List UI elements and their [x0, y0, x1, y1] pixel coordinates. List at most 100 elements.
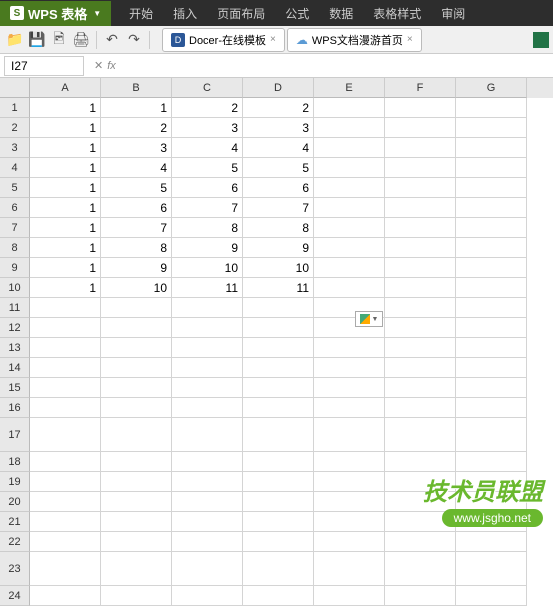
cell-G4[interactable]: [456, 158, 527, 178]
cell-F3[interactable]: [385, 138, 456, 158]
cell-D11[interactable]: [243, 298, 314, 318]
cell-B14[interactable]: [101, 358, 172, 378]
cell-B12[interactable]: [101, 318, 172, 338]
cell-C19[interactable]: [172, 472, 243, 492]
print-preview-icon[interactable]: 🖻: [50, 31, 68, 49]
cell-A10[interactable]: 1: [30, 278, 101, 298]
cell-G10[interactable]: [456, 278, 527, 298]
col-header-A[interactable]: A: [30, 78, 101, 98]
redo-icon[interactable]: ↷: [125, 31, 143, 49]
cell-E17[interactable]: [314, 418, 385, 452]
name-box[interactable]: [4, 56, 84, 76]
cell-A9[interactable]: 1: [30, 258, 101, 278]
cell-B24[interactable]: [101, 586, 172, 606]
cell-F8[interactable]: [385, 238, 456, 258]
cell-C14[interactable]: [172, 358, 243, 378]
cell-A21[interactable]: [30, 512, 101, 532]
row-header-5[interactable]: 5: [0, 178, 30, 198]
cell-F5[interactable]: [385, 178, 456, 198]
cell-D22[interactable]: [243, 532, 314, 552]
cell-A23[interactable]: [30, 552, 101, 586]
cell-G1[interactable]: [456, 98, 527, 118]
cell-E19[interactable]: [314, 472, 385, 492]
cell-C5[interactable]: 6: [172, 178, 243, 198]
cell-E2[interactable]: [314, 118, 385, 138]
cell-A14[interactable]: [30, 358, 101, 378]
row-header-15[interactable]: 15: [0, 378, 30, 398]
cell-B19[interactable]: [101, 472, 172, 492]
cell-B15[interactable]: [101, 378, 172, 398]
cell-E22[interactable]: [314, 532, 385, 552]
cell-D15[interactable]: [243, 378, 314, 398]
cell-C3[interactable]: 4: [172, 138, 243, 158]
cell-E9[interactable]: [314, 258, 385, 278]
cell-D4[interactable]: 5: [243, 158, 314, 178]
cancel-icon[interactable]: ✕: [94, 59, 103, 72]
cell-A8[interactable]: 1: [30, 238, 101, 258]
cell-A6[interactable]: 1: [30, 198, 101, 218]
cell-A15[interactable]: [30, 378, 101, 398]
row-header-1[interactable]: 1: [0, 98, 30, 118]
cell-C9[interactable]: 10: [172, 258, 243, 278]
cell-D21[interactable]: [243, 512, 314, 532]
cell-F16[interactable]: [385, 398, 456, 418]
cell-G7[interactable]: [456, 218, 527, 238]
cell-B11[interactable]: [101, 298, 172, 318]
cell-D10[interactable]: 11: [243, 278, 314, 298]
cell-G18[interactable]: [456, 452, 527, 472]
cell-F1[interactable]: [385, 98, 456, 118]
cell-B16[interactable]: [101, 398, 172, 418]
cell-B8[interactable]: 8: [101, 238, 172, 258]
menu-2[interactable]: 页面布局: [207, 1, 275, 26]
cell-A22[interactable]: [30, 532, 101, 552]
col-header-G[interactable]: G: [456, 78, 527, 98]
cell-A3[interactable]: 1: [30, 138, 101, 158]
cell-G23[interactable]: [456, 552, 527, 586]
cell-E23[interactable]: [314, 552, 385, 586]
col-header-D[interactable]: D: [243, 78, 314, 98]
cell-B7[interactable]: 7: [101, 218, 172, 238]
app-logo[interactable]: S WPS 表格 ▼: [0, 1, 111, 26]
cell-G9[interactable]: [456, 258, 527, 278]
cell-A2[interactable]: 1: [30, 118, 101, 138]
cell-B21[interactable]: [101, 512, 172, 532]
cell-C2[interactable]: 3: [172, 118, 243, 138]
doc-tab-0[interactable]: DDocer-在线模板×: [162, 28, 285, 52]
cell-B13[interactable]: [101, 338, 172, 358]
cell-D14[interactable]: [243, 358, 314, 378]
cell-C21[interactable]: [172, 512, 243, 532]
cell-E16[interactable]: [314, 398, 385, 418]
row-header-4[interactable]: 4: [0, 158, 30, 178]
cell-D2[interactable]: 3: [243, 118, 314, 138]
cell-D24[interactable]: [243, 586, 314, 606]
cell-B18[interactable]: [101, 452, 172, 472]
cell-F17[interactable]: [385, 418, 456, 452]
cell-G22[interactable]: [456, 532, 527, 552]
cell-G12[interactable]: [456, 318, 527, 338]
cell-F11[interactable]: [385, 298, 456, 318]
cell-E5[interactable]: [314, 178, 385, 198]
cell-F18[interactable]: [385, 452, 456, 472]
row-header-13[interactable]: 13: [0, 338, 30, 358]
row-header-19[interactable]: 19: [0, 472, 30, 492]
cell-C22[interactable]: [172, 532, 243, 552]
undo-icon[interactable]: ↶: [103, 31, 121, 49]
cell-C20[interactable]: [172, 492, 243, 512]
cell-A11[interactable]: [30, 298, 101, 318]
cell-F23[interactable]: [385, 552, 456, 586]
cell-A18[interactable]: [30, 452, 101, 472]
close-icon[interactable]: ×: [270, 34, 276, 45]
cell-B10[interactable]: 10: [101, 278, 172, 298]
cell-A13[interactable]: [30, 338, 101, 358]
cell-C18[interactable]: [172, 452, 243, 472]
cell-B9[interactable]: 9: [101, 258, 172, 278]
cell-C11[interactable]: [172, 298, 243, 318]
cell-A7[interactable]: 1: [30, 218, 101, 238]
row-header-3[interactable]: 3: [0, 138, 30, 158]
cell-D6[interactable]: 7: [243, 198, 314, 218]
cell-D16[interactable]: [243, 398, 314, 418]
cell-B2[interactable]: 2: [101, 118, 172, 138]
cell-E4[interactable]: [314, 158, 385, 178]
cell-F24[interactable]: [385, 586, 456, 606]
doc-tab-1[interactable]: ☁WPS文档漫游首页×: [287, 28, 422, 52]
